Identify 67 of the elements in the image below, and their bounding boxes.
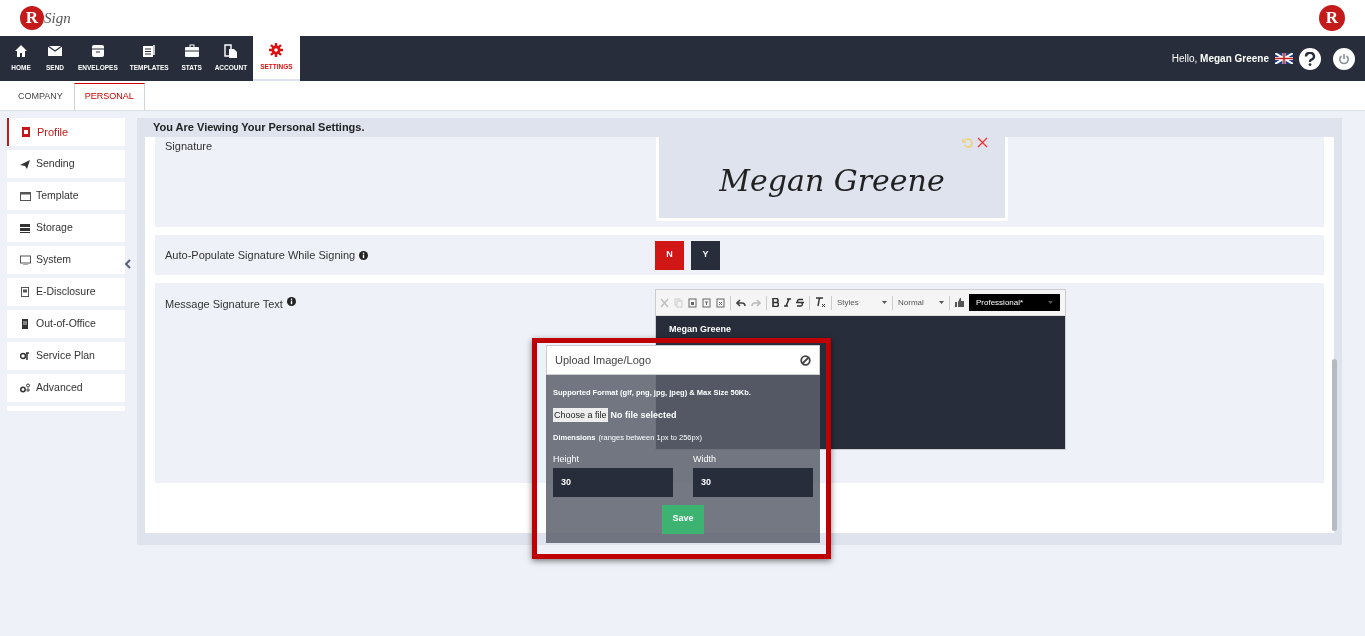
- greeting: Hello, Megan Greene: [1171, 52, 1269, 66]
- sidebar-item[interactable]: Service Plan: [7, 342, 125, 370]
- sidebar-item[interactable]: E-Disclosure: [7, 278, 125, 306]
- choose-file-button[interactable]: Choose a file: [553, 408, 608, 423]
- caret-icon: [939, 301, 944, 304]
- info-icon: [286, 297, 296, 306]
- strikethrough-icon[interactable]: [796, 298, 804, 307]
- undo-icon[interactable]: [736, 298, 746, 307]
- signature-image: Megan Greene: [719, 162, 945, 200]
- panel-title: You Are Viewing Your Personal Settings.: [152, 120, 366, 136]
- briefcase-icon: [184, 44, 199, 59]
- field-label: Signature: [164, 139, 214, 154]
- power-icon[interactable]: [1333, 47, 1355, 70]
- collapse-chevron-icon[interactable]: [124, 259, 131, 269]
- sidebar-item[interactable]: Profile: [7, 118, 125, 146]
- brand-mark: R: [1319, 5, 1345, 31]
- settings-tab[interactable]: PERSONAL: [73, 83, 145, 110]
- clear-format-icon[interactable]: [815, 297, 826, 308]
- monitor-icon: [20, 255, 31, 265]
- sidebar-item[interactable]: Sending: [7, 150, 125, 178]
- cogs-icon: [20, 383, 31, 393]
- sidebar-item[interactable]: Out-of-Office: [7, 310, 125, 338]
- toggle-option[interactable]: Y: [691, 240, 720, 270]
- home-icon: [14, 44, 28, 59]
- help-icon[interactable]: [1299, 47, 1321, 70]
- field-label: Auto-Populate Signature While Signing: [165, 247, 356, 263]
- profile-icon: [21, 127, 32, 137]
- caret-icon: [1048, 301, 1053, 304]
- paste-word-icon[interactable]: [716, 297, 725, 308]
- bold-icon[interactable]: [772, 298, 779, 307]
- thumbs-up-icon[interactable]: [955, 298, 964, 307]
- paste-icon[interactable]: [688, 297, 697, 308]
- sidebar-item[interactable]: Storage: [7, 214, 125, 242]
- tray-icon: [90, 44, 105, 59]
- format-dropdown[interactable]: Normal: [898, 296, 944, 309]
- documents-icon: [142, 44, 157, 59]
- info-icon: [359, 250, 369, 260]
- rsign-logo[interactable]: R Sign: [20, 6, 71, 30]
- dialog-title: Upload Image/Logo: [555, 352, 651, 368]
- flag-icon: [1275, 53, 1293, 64]
- field-label: Width: [693, 452, 717, 465]
- ban-icon[interactable]: [800, 354, 811, 366]
- scrollbar-thumb[interactable]: [1332, 359, 1337, 531]
- envelope-icon: [48, 44, 62, 59]
- phone-icon: [20, 319, 31, 329]
- settings-tab[interactable]: COMPANY: [7, 83, 74, 110]
- caret-icon: [882, 301, 887, 304]
- settings-icon: [269, 43, 284, 58]
- field-label: Height: [553, 452, 580, 465]
- dimension-input[interactable]: 30: [693, 467, 813, 497]
- window-icon: [20, 191, 31, 201]
- close-icon[interactable]: [977, 137, 988, 148]
- sidebar-item[interactable]: Template: [7, 182, 125, 210]
- files-icon: [223, 44, 238, 59]
- sidebar-item[interactable]: System: [7, 246, 125, 274]
- dimension-input[interactable]: 30: [553, 467, 673, 497]
- server-icon: [20, 223, 31, 233]
- paste-text-icon[interactable]: [702, 297, 711, 308]
- editor-text: Megan Greene: [669, 325, 733, 334]
- italic-icon[interactable]: [784, 298, 791, 307]
- toggle-option[interactable]: N: [655, 240, 684, 270]
- document-icon: [20, 287, 31, 297]
- styles-dropdown[interactable]: Styles: [837, 296, 887, 309]
- template-dropdown[interactable]: Professional*: [969, 294, 1060, 311]
- paper-plane-icon: [20, 159, 31, 169]
- field-label: Message Signature Text: [165, 297, 283, 312]
- sidebar-item[interactable]: Advanced: [7, 374, 125, 402]
